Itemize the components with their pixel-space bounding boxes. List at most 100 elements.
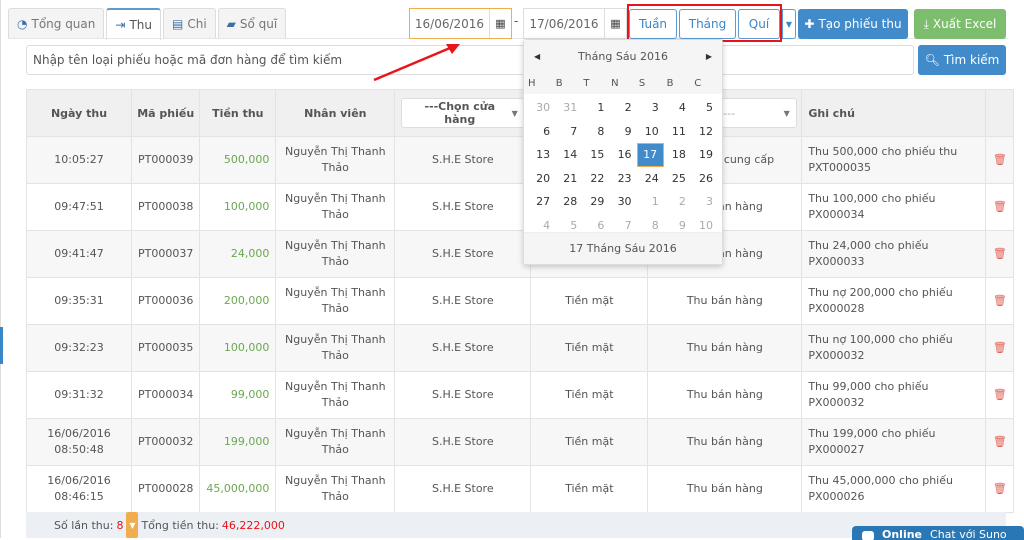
selected-day[interactable]: 17	[636, 143, 664, 167]
receipt-staff: Nguyễn Thị Thanh Thảo	[275, 136, 396, 184]
day-grid: 30 31 1 2 3 4 5 6 7 8 9 10 11 12 13 14 15 16 17 18 19 20 21 22 2…	[524, 94, 722, 239]
table-row[interactable]: 09:31:32 PT000034 99,000 Nguyễn Thị Thanh T…	[26, 371, 1015, 419]
day-cell[interactable]: 2	[664, 190, 691, 214]
table-row[interactable]: 09:41:47 PT000037 24,000 Nguyễn Thị Thanh T…	[26, 230, 1015, 278]
day-cell[interactable]: 8	[582, 120, 609, 144]
weekday-label: N	[611, 77, 619, 89]
summary-toggle-button[interactable]: ▼	[126, 512, 139, 538]
receipt-store: S.H.E Store	[394, 418, 532, 466]
datepicker-month-title[interactable]: Tháng Sáu 2016	[578, 50, 668, 63]
day-cell[interactable]: 28	[555, 190, 582, 214]
tab-payments[interactable]: ▤ Chi	[162, 8, 216, 39]
trash-icon[interactable]: 🗑︎	[993, 247, 1007, 260]
day-cell[interactable]: 30	[609, 190, 636, 214]
datepicker-today[interactable]: 17 Tháng Sáu 2016	[524, 232, 722, 264]
date-from-field[interactable]: 16/06/2016 ▦	[409, 8, 512, 39]
day-cell[interactable]: 27	[528, 190, 555, 214]
store-select[interactable]: ---Chọn cửa hàng ▼	[400, 98, 525, 128]
export-excel-button[interactable]: ⤓ Xuất Excel	[914, 9, 1006, 39]
day-cell[interactable]: 15	[582, 143, 609, 167]
day-cell[interactable]: 23	[609, 167, 636, 191]
tab-cashbook[interactable]: ▰ Sổ quĩ	[217, 8, 287, 39]
day-cell[interactable]: 3	[691, 190, 718, 214]
receipt-code: PT000038	[130, 183, 201, 231]
day-cell[interactable]: 18	[664, 143, 691, 167]
period-dropdown-toggle[interactable]: ▼	[782, 9, 796, 39]
next-month-icon[interactable]: ▶	[706, 52, 712, 61]
table-row[interactable]: 09:35:31 PT000036 200,000 Nguyễn Thị Thanh …	[26, 277, 1015, 325]
tab-overview[interactable]: ◔ Tổng quan	[8, 8, 105, 39]
day-cell[interactable]: 22	[582, 167, 609, 191]
calendar-icon[interactable]: ▦	[604, 9, 626, 38]
file-icon: ▤	[171, 17, 184, 31]
day-cell[interactable]: 10	[637, 120, 664, 144]
receipt-type: Thu bán hàng	[647, 371, 803, 419]
day-cell[interactable]: 29	[582, 190, 609, 214]
day-cell[interactable]: 7	[555, 120, 582, 144]
table-row[interactable]: 16/06/2016 08:50:48 PT000032 199,000 Nguyễn…	[26, 418, 1015, 466]
search-icon: 🔍︎	[924, 53, 940, 67]
prev-month-icon[interactable]: ◀	[534, 52, 540, 61]
trash-icon[interactable]: 🗑︎	[993, 482, 1007, 495]
tab-label: Chi	[187, 17, 207, 31]
receipt-staff: Nguyễn Thị Thanh Thảo	[275, 465, 396, 513]
trash-icon[interactable]: 🗑︎	[993, 388, 1007, 401]
day-cell[interactable]: 1	[637, 190, 664, 214]
day-cell[interactable]: 30	[528, 96, 555, 120]
tab-receipts[interactable]: ⇥ Thu	[106, 8, 161, 40]
dashboard-icon: ◔	[17, 17, 28, 31]
day-cell[interactable]: 25	[664, 167, 691, 191]
date-to-value[interactable]: 17/06/2016	[524, 9, 604, 38]
day-cell[interactable]: 19	[691, 143, 718, 167]
scroll-indicator[interactable]	[0, 327, 3, 364]
day-cell[interactable]: 5	[691, 96, 718, 120]
search-input[interactable]	[26, 45, 914, 75]
trash-icon[interactable]: 🗑︎	[993, 200, 1007, 213]
day-cell[interactable]: 16	[609, 143, 636, 167]
day-cell[interactable]: 11	[664, 120, 691, 144]
trash-icon[interactable]: 🗑︎	[993, 294, 1007, 307]
total-value: 46,222,000	[221, 518, 285, 532]
col-amount: Tiền thu	[199, 89, 277, 137]
delete-cell: 🗑︎	[985, 230, 1015, 278]
day-cell[interactable]: 14	[555, 143, 582, 167]
table-row[interactable]: 09:32:23 PT000035 100,000 Nguyễn Thị Thanh …	[26, 324, 1015, 372]
day-cell[interactable]: 26	[691, 167, 718, 191]
day-cell[interactable]: 1	[582, 96, 609, 120]
day-cell[interactable]: 3	[637, 96, 664, 120]
date-from-value[interactable]: 16/06/2016	[410, 9, 489, 38]
receipt-amount: 99,000	[199, 371, 277, 419]
store-select-value: ---Chọn cửa hàng	[424, 100, 496, 126]
day-cell[interactable]: 24	[637, 167, 664, 191]
receipt-code: PT000035	[130, 324, 201, 372]
search-button[interactable]: 🔍︎ Tìm kiếm	[918, 45, 1006, 75]
day-cell[interactable]: 6	[528, 120, 555, 144]
quarter-button[interactable]: Quí	[738, 9, 780, 39]
day-cell[interactable]: 2	[609, 96, 636, 120]
calendar-icon[interactable]: ▦	[489, 9, 511, 38]
receipt-store: S.H.E Store	[394, 371, 532, 419]
receipt-code: PT000039	[130, 136, 201, 184]
date-to-field[interactable]: 17/06/2016 ▦	[523, 8, 627, 39]
trash-icon[interactable]: 🗑︎	[993, 153, 1007, 166]
receipt-store: S.H.E Store	[394, 324, 532, 372]
day-cell[interactable]: 21	[555, 167, 582, 191]
create-receipt-button[interactable]: ✚ Tạo phiếu thu	[798, 9, 908, 39]
receipt-note: Thu 199,000 cho phiếu PX000027	[801, 418, 987, 466]
week-button[interactable]: Tuần	[629, 9, 677, 39]
table-row[interactable]: 09:47:51 PT000038 100,000 Nguyễn Thị Thanh …	[26, 183, 1015, 231]
trash-icon[interactable]: 🗑︎	[993, 435, 1007, 448]
day-cell[interactable]: 4	[664, 96, 691, 120]
trash-icon[interactable]: 🗑︎	[993, 341, 1007, 354]
day-cell[interactable]: 31	[555, 96, 582, 120]
day-cell[interactable]: 9	[609, 120, 636, 144]
tab-bar: ◔ Tổng quan ⇥ Thu ▤ Chi ▰ Sổ quĩ	[8, 8, 288, 40]
table-row[interactable]: 16/06/2016 08:46:15 PT000028 45,000,000 Ngu…	[26, 465, 1015, 513]
day-cell[interactable]: 12	[691, 120, 718, 144]
day-cell[interactable]: 20	[528, 167, 555, 191]
table-row[interactable]: 10:05:27 PT000039 500,000 Nguyễn Thị Thanh …	[26, 136, 1015, 184]
receipt-amount: 24,000	[199, 230, 277, 278]
create-receipt-label: Tạo phiếu thu	[818, 17, 902, 31]
month-button[interactable]: Tháng	[679, 9, 736, 39]
day-cell[interactable]: 13	[528, 143, 555, 167]
